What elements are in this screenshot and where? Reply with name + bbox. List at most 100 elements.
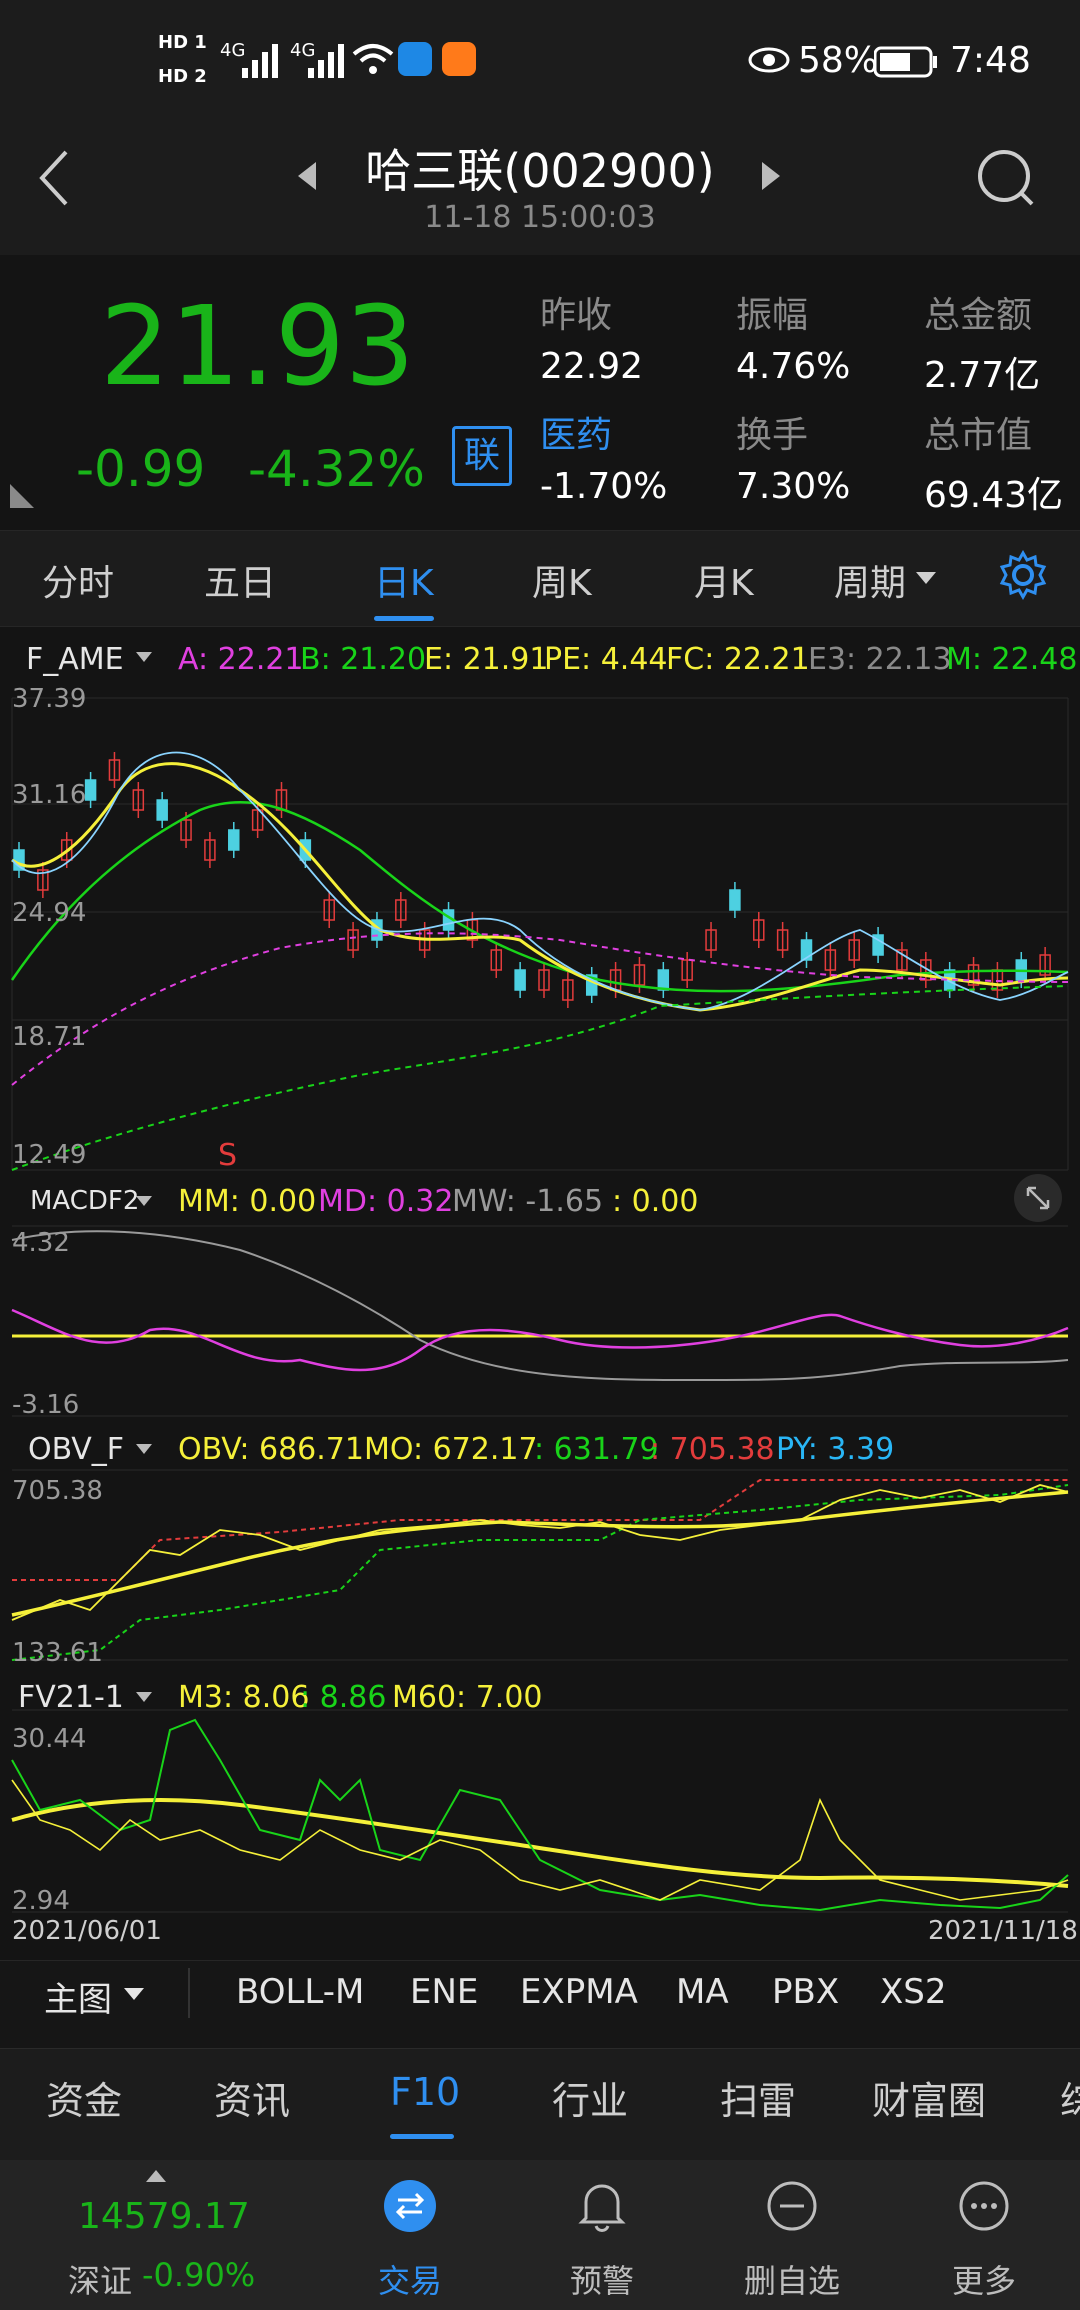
indicator-boll-m[interactable]: BOLL-M xyxy=(236,1972,364,2012)
next-stock-icon[interactable] xyxy=(758,160,782,192)
legend-m3: M3: 8.06 xyxy=(178,1680,310,1715)
settings-gear-icon[interactable] xyxy=(998,550,1048,600)
market-cap-value: 69.43亿 xyxy=(924,475,1064,516)
page-title: 哈三联(002900) xyxy=(365,144,715,198)
nav-more[interactable]: 更多 xyxy=(904,2256,1064,2302)
nav-remove-watchlist[interactable]: 删自选 xyxy=(712,2256,872,2302)
macd-tick-2: -3.16 xyxy=(12,1390,80,1420)
expand-chart-icon[interactable] xyxy=(1014,1174,1062,1222)
market-cap-label: 总市值 xyxy=(924,415,1033,456)
tab-f10[interactable]: F10 xyxy=(390,2070,460,2114)
main-selector-dropdown-icon[interactable] xyxy=(124,1988,144,2002)
clock: 7:48 xyxy=(950,40,1031,81)
tab-news[interactable]: 资讯 xyxy=(214,2070,290,2125)
legend-fv-green: : 8.86 xyxy=(300,1680,387,1715)
obv-lower-line xyxy=(11,1484,1069,1661)
status-bar: HD 1 HD 2 4G 4G 58% 7:48 xyxy=(0,0,1080,120)
fv-green-line xyxy=(11,1718,1069,1912)
signal-icon-2 xyxy=(308,44,344,78)
legend-py: PY: 3.39 xyxy=(776,1432,895,1467)
candle-body xyxy=(729,889,741,911)
turnover-rate-label: 换手 xyxy=(736,415,809,456)
indicator-ma[interactable]: MA xyxy=(676,1972,729,2012)
legend-mo: MO: 672.17 xyxy=(364,1432,538,1467)
main-chart-selector[interactable]: 主图 xyxy=(44,1972,112,2021)
indicator-dropdown-icon[interactable] xyxy=(136,652,152,664)
legend-mm: MM: 0.00 xyxy=(178,1184,317,1219)
legend-obv-green: : 631.79 xyxy=(534,1432,659,1467)
active-info-tab-indicator xyxy=(390,2134,454,2139)
macd-dropdown-icon[interactable] xyxy=(136,1196,152,1208)
nav-alert[interactable]: 预警 xyxy=(522,2256,682,2302)
obv-upper-line xyxy=(12,1479,1068,1581)
price-change: -0.99 xyxy=(76,440,206,498)
kline-chart-area[interactable] xyxy=(0,680,1080,1970)
tab-monthly-k[interactable]: 月K xyxy=(694,554,754,606)
macd-tick-1: 4.32 xyxy=(12,1228,70,1258)
indicator-pbx[interactable]: PBX xyxy=(772,1972,839,2012)
indicator-expma[interactable]: EXPMA xyxy=(520,1972,638,2012)
linked-stock-badge[interactable]: 联 xyxy=(452,426,512,486)
sim1-label: HD 1 xyxy=(158,32,207,53)
index-expand-icon[interactable] xyxy=(146,2170,166,2184)
main-indicator-name[interactable]: F_AME xyxy=(26,642,124,677)
legend-b: B: 21.20 xyxy=(300,642,427,677)
obv-dropdown-icon[interactable] xyxy=(136,1444,152,1456)
legend-m: M: 22.48 xyxy=(946,642,1078,677)
obv-tick-2: 133.61 xyxy=(12,1638,103,1668)
turnover-rate-value: 7.30% xyxy=(736,466,851,507)
line-m xyxy=(10,800,1069,993)
bell-icon[interactable] xyxy=(576,2178,628,2234)
amplitude-value: 4.76% xyxy=(736,346,851,387)
fv-dropdown-icon[interactable] xyxy=(136,1692,152,1704)
remove-watchlist-icon[interactable] xyxy=(766,2180,818,2232)
macd-indicator-name[interactable]: MACDF2 xyxy=(30,1186,139,1216)
prev-close-label: 昨收 xyxy=(540,295,613,336)
price-change-pct: -4.32% xyxy=(248,440,425,498)
tab-more-cut[interactable]: 综 xyxy=(1060,2070,1080,2125)
legend-pe: PE: 4.44 xyxy=(544,642,668,677)
tab-risk-scan[interactable]: 扫雷 xyxy=(720,2070,796,2125)
nav-trade[interactable]: 交易 xyxy=(330,2256,490,2302)
sim2-label: HD 2 xyxy=(158,66,207,87)
tab-five-day[interactable]: 五日 xyxy=(204,554,276,606)
obv-indicator-name[interactable]: OBV_F xyxy=(28,1432,124,1467)
candle-body xyxy=(228,829,240,851)
tab-weekly-k[interactable]: 周K xyxy=(532,554,592,606)
tab-daily-k[interactable]: 日K xyxy=(374,554,434,606)
tab-industry[interactable]: 行业 xyxy=(552,2070,628,2125)
more-icon[interactable] xyxy=(958,2180,1010,2232)
legend-obv-red: : 705.38 xyxy=(650,1432,775,1467)
candle-body xyxy=(84,779,97,801)
line-b xyxy=(11,985,1069,1171)
legend-e: E: 21.91 xyxy=(424,642,549,677)
trade-icon[interactable] xyxy=(384,2180,436,2232)
quote-timestamp: 11-18 15:00:03 xyxy=(424,200,656,235)
amplitude-label: 振幅 xyxy=(736,295,809,336)
tab-funds[interactable]: 资金 xyxy=(46,2070,122,2125)
tab-intraday[interactable]: 分时 xyxy=(42,554,114,606)
turnover-amount-value: 2.77亿 xyxy=(924,355,1041,396)
main-tick-5: 12.49 xyxy=(12,1140,87,1170)
app-notification-icon xyxy=(442,42,476,76)
sector-link[interactable]: 医药 xyxy=(540,406,612,458)
macd-md-line xyxy=(11,1308,1069,1372)
candle-body xyxy=(657,969,670,991)
main-tick-2: 31.16 xyxy=(12,780,87,810)
indicator-ene[interactable]: ENE xyxy=(410,1972,478,2012)
fv-m60-line xyxy=(11,1798,1069,1888)
sector-change: -1.70% xyxy=(540,466,668,507)
index-name[interactable]: 深证 xyxy=(68,2256,132,2302)
tab-wealth-circle[interactable]: 财富圈 xyxy=(872,2070,986,2125)
period-dropdown-icon[interactable] xyxy=(916,572,936,586)
turnover-amount-label: 总金额 xyxy=(924,295,1033,336)
tab-period[interactable]: 周期 xyxy=(834,554,906,606)
index-change[interactable]: -0.90% xyxy=(142,2256,255,2294)
fv-indicator-name[interactable]: FV21-1 xyxy=(18,1680,124,1715)
active-tab-indicator xyxy=(374,616,434,621)
indicator-xs2[interactable]: XS2 xyxy=(880,1972,947,2012)
obv-tick-1: 705.38 xyxy=(12,1476,103,1506)
index-value[interactable]: 14579.17 xyxy=(78,2196,250,2237)
wifi-icon xyxy=(352,44,394,74)
search-icon[interactable] xyxy=(976,148,1036,208)
